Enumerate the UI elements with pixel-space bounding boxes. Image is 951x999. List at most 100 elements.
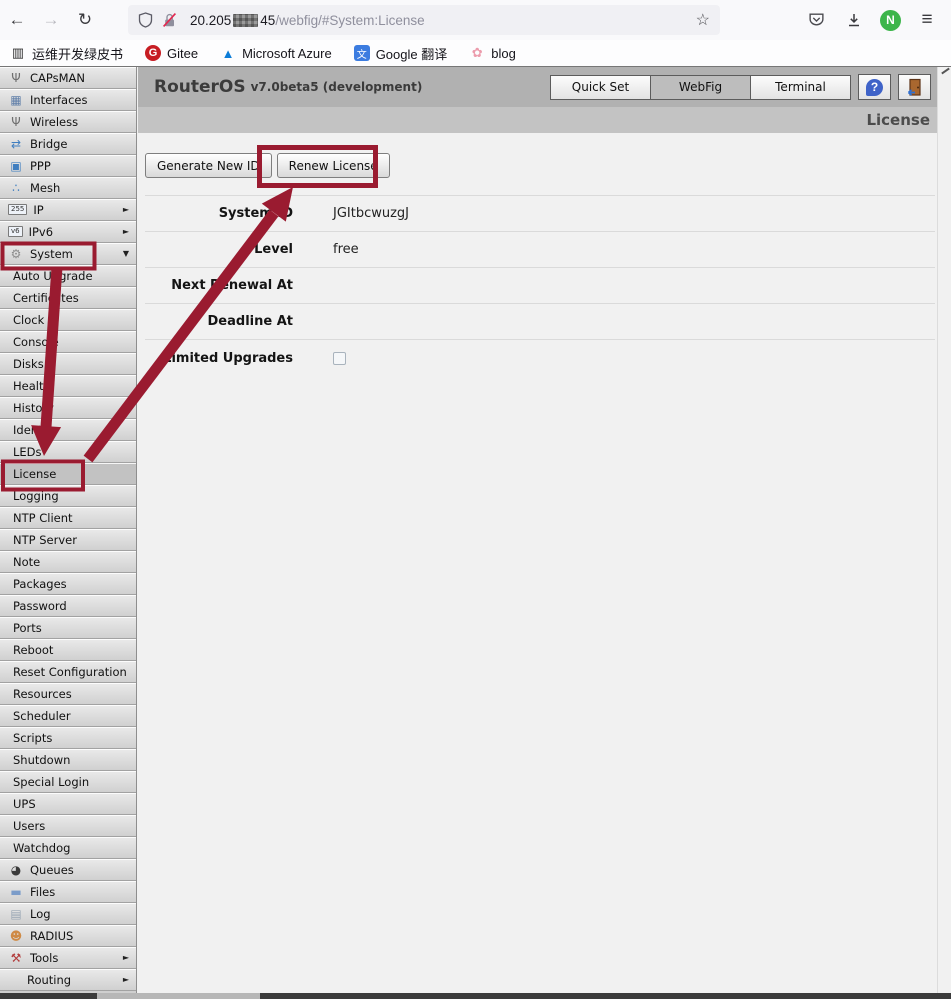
pocket-icon[interactable] (804, 12, 828, 28)
sidebar-item-capsman[interactable]: ΨCAPsMAN (0, 67, 136, 89)
generate-new-id-button[interactable]: Generate New ID (145, 153, 272, 178)
bookmark-star-icon[interactable]: ☆ (696, 10, 710, 30)
monitor-icon: ▣ (6, 160, 26, 172)
sidebar-item-interfaces[interactable]: ▦Interfaces (0, 89, 136, 111)
back-icon[interactable]: ← (0, 10, 34, 30)
sidebar-item-bridge[interactable]: ⇄Bridge (0, 133, 136, 155)
url-domain-tail: 45 (260, 13, 275, 28)
vertical-scrollbar[interactable] (937, 67, 951, 993)
sidebar-item-clock[interactable]: Clock (0, 309, 136, 331)
field-label: Deadline At (145, 314, 293, 329)
chevron-right-icon: ► (123, 975, 129, 984)
sidebar-item-label: Special Login (13, 775, 89, 789)
sidebar-item-disks[interactable]: Disks (0, 353, 136, 375)
log-icon: ▤ (6, 908, 26, 920)
sidebar-item-packages[interactable]: Packages (0, 573, 136, 595)
sidebar-item-ipv6[interactable]: v6IPv6► (0, 221, 136, 243)
form-row-system-id: System IDJGItbcwuzgJ (145, 196, 935, 232)
menu-icon[interactable]: ≡ (915, 9, 939, 31)
bookmark-microsoft-azure[interactable]: ▲Microsoft Azure (220, 45, 332, 61)
sidebar-item-password[interactable]: Password (0, 595, 136, 617)
tab-terminal[interactable]: Terminal (750, 75, 851, 100)
sidebar-item-note[interactable]: Note (0, 551, 136, 573)
bookmark-google[interactable]: 文Google 翻译 (354, 44, 448, 63)
tab-quick-set[interactable]: Quick Set (550, 75, 651, 100)
sidebar-item-logging[interactable]: Logging (0, 485, 136, 507)
horizontal-scrollbar[interactable] (0, 993, 951, 999)
sidebar-item-system[interactable]: ⚙System▼ (0, 243, 136, 265)
sidebar-item-health[interactable]: Health (0, 375, 136, 397)
content-area: Generate New ID Renew License System IDJ… (138, 133, 937, 993)
forward-icon[interactable]: → (34, 10, 68, 30)
sidebar-item-resources[interactable]: Resources (0, 683, 136, 705)
sidebar-item-tools[interactable]: ⚒Tools► (0, 947, 136, 969)
url-bar[interactable]: 20.20545/webfig/#System:License ☆ (128, 5, 720, 35)
tracking-protection-shield-icon[interactable] (138, 12, 153, 28)
sidebar-item-wireless[interactable]: ΨWireless (0, 111, 136, 133)
sidebar-item-license[interactable]: License (0, 463, 136, 485)
bookmark-[interactable]: ▥运维开发绿皮书 (10, 44, 123, 63)
sidebar-item-ppp[interactable]: ▣PPP (0, 155, 136, 177)
tab-webfig[interactable]: WebFig (650, 75, 751, 100)
sidebar-item-special-login[interactable]: Special Login (0, 771, 136, 793)
sidebar-item-watchdog[interactable]: Watchdog (0, 837, 136, 859)
screen: ← → ↻ 20.20545/webfig/#System:License ☆ … (0, 0, 951, 999)
bookmark-blog[interactable]: ✿blog (469, 45, 516, 61)
sidebar-item-users[interactable]: Users (0, 815, 136, 837)
field-value: free (333, 242, 359, 257)
form-row-level: Level free (145, 232, 935, 268)
sidebar-item-label: License (13, 467, 56, 481)
sidebar-item-reset-configuration[interactable]: Reset Configuration (0, 661, 136, 683)
sidebar-item-label: Bridge (30, 137, 68, 151)
sidebar-item-label: Log (30, 907, 51, 921)
sidebar-item-label: Ports (13, 621, 42, 635)
chevron-right-icon: ► (123, 953, 129, 962)
translate-icon: 文 (354, 45, 370, 61)
horizontal-scrollbar-thumb[interactable] (97, 993, 260, 999)
help-button[interactable]: ? (858, 74, 891, 100)
bookmark-gitee[interactable]: GGitee (145, 45, 198, 61)
page-title: License (866, 111, 930, 129)
sidebar-item-radius[interactable]: ☻RADIUS (0, 925, 136, 947)
sidebar-item-label: Shutdown (13, 753, 70, 767)
sidebar-item-label: Scheduler (13, 709, 71, 723)
sidebar-item-files[interactable]: ▬Files (0, 881, 136, 903)
renew-license-button[interactable]: Renew License (277, 153, 390, 178)
main-panel: RouterOS v7.0beta5 (development) Quick S… (138, 67, 937, 993)
app-subheader: License (138, 107, 937, 133)
sidebar-item-auto-upgrade[interactable]: Auto Upgrade (0, 265, 136, 287)
logout-button[interactable] (898, 74, 931, 100)
sidebar-item-console[interactable]: Console (0, 331, 136, 353)
sidebar-item-reboot[interactable]: Reboot (0, 639, 136, 661)
limited-upgrades-checkbox[interactable] (333, 352, 346, 365)
sidebar-item-label: Console (13, 335, 59, 349)
sidebar-item-leds[interactable]: LEDs (0, 441, 136, 463)
sidebar-item-ntp-server[interactable]: NTP Server (0, 529, 136, 551)
sidebar-item-queues[interactable]: ◕Queues (0, 859, 136, 881)
ipv6-badge-icon: v6 (8, 226, 23, 237)
sidebar-item-mesh[interactable]: ∴Mesh (0, 177, 136, 199)
reload-icon[interactable]: ↻ (68, 10, 102, 30)
sidebar-item-shutdown[interactable]: Shutdown (0, 749, 136, 771)
sidebar-item-routing[interactable]: Routing ► (0, 969, 136, 991)
sidebar-item-ups[interactable]: UPS (0, 793, 136, 815)
field-label: Level (145, 242, 293, 257)
sidebar-item-ntp-client[interactable]: NTP Client (0, 507, 136, 529)
insecure-lock-slash-icon[interactable] (162, 12, 177, 28)
browser-toolbar: ← → ↻ 20.20545/webfig/#System:License ☆ … (0, 0, 951, 40)
sidebar-item-certificates[interactable]: Certificates (0, 287, 136, 309)
sidebar-item-scripts[interactable]: Scripts (0, 727, 136, 749)
sidebar-item-ip[interactable]: 255IP► (0, 199, 136, 221)
sidebar-item-identity[interactable]: Identity (0, 419, 136, 441)
sidebar-item-history[interactable]: History (0, 397, 136, 419)
sidebar-item-label: Reboot (13, 643, 53, 657)
sidebar-item-label: Password (13, 599, 67, 613)
license-form: System IDJGItbcwuzgJLevelfreeNext Renewa… (145, 195, 935, 376)
sidebar-item-ports[interactable]: Ports (0, 617, 136, 639)
book-icon: ▥ (10, 45, 26, 61)
extension-badge-icon[interactable]: N (880, 10, 901, 31)
downloads-icon[interactable] (842, 12, 866, 28)
sidebar-item-label: Routing (27, 973, 71, 987)
sidebar-item-log[interactable]: ▤ Log (0, 903, 136, 925)
sidebar-item-scheduler[interactable]: Scheduler (0, 705, 136, 727)
